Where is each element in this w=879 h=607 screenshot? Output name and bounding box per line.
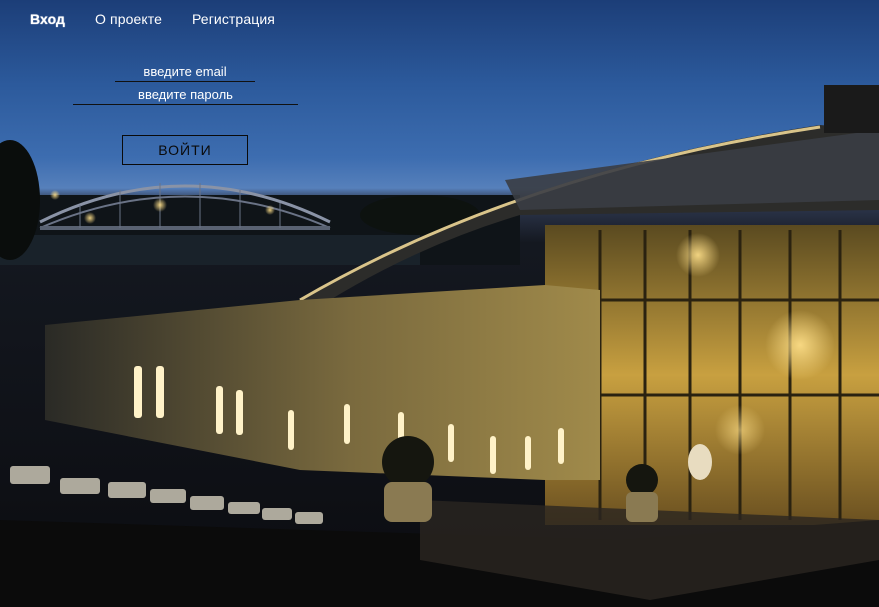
email-field[interactable] xyxy=(115,63,255,82)
login-form: ВОЙТИ xyxy=(0,0,879,200)
password-field[interactable] xyxy=(73,86,298,105)
login-page: Вход О проекте Регистрация ВОЙТИ xyxy=(0,0,879,607)
login-button[interactable]: ВОЙТИ xyxy=(122,135,248,165)
